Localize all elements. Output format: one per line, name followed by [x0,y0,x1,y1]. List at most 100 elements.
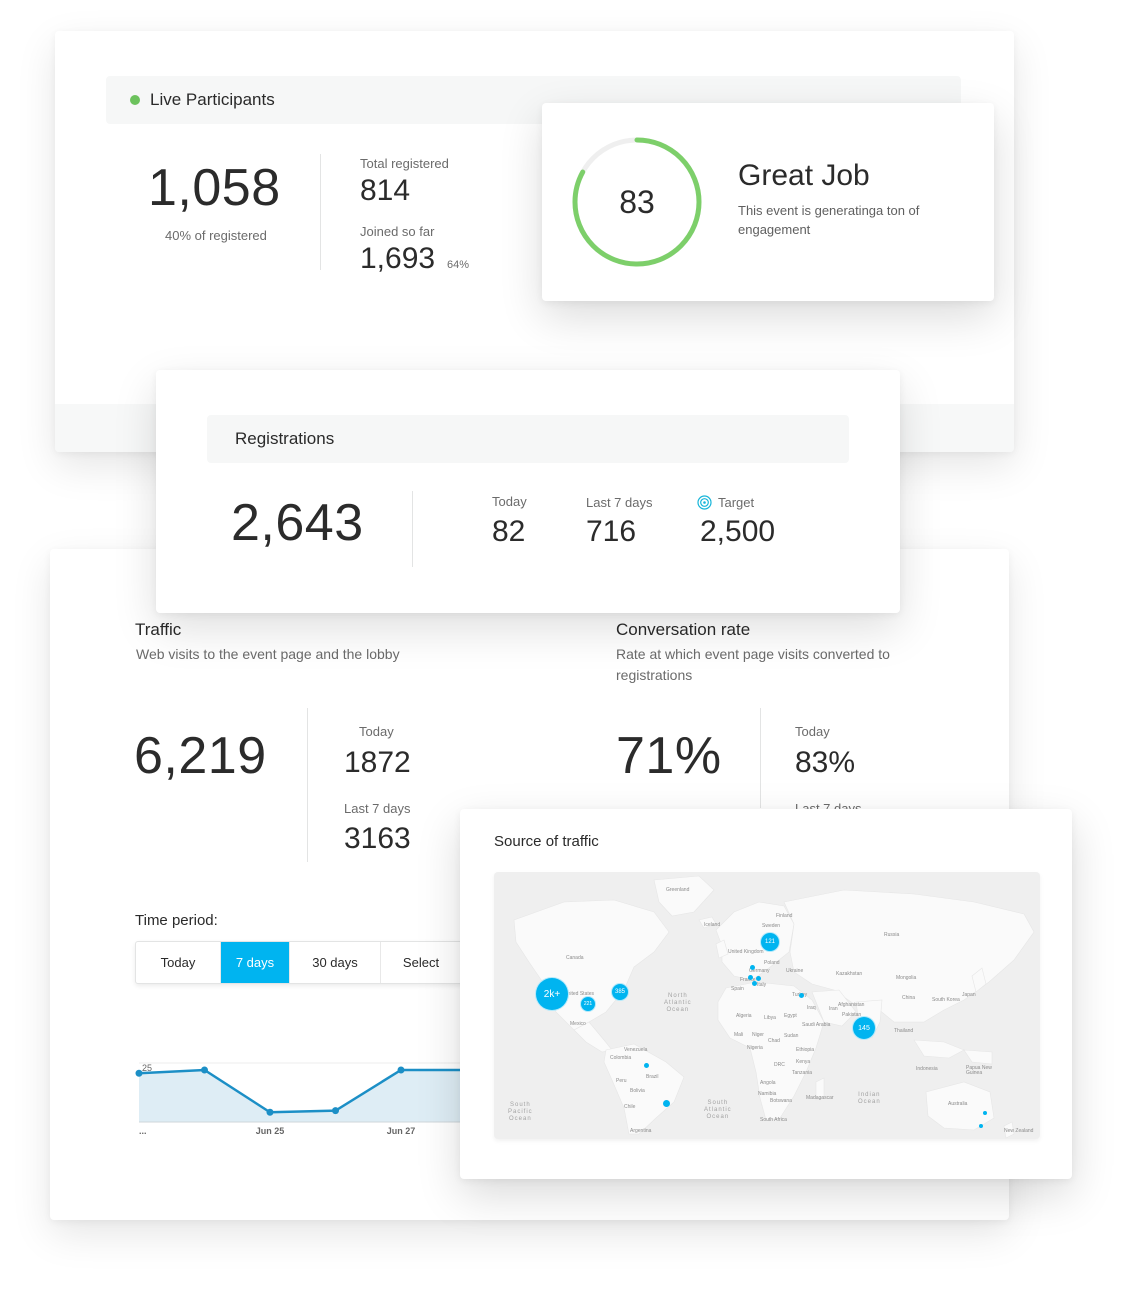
registrations-target-value: 2,500 [700,515,776,548]
map-label-algeria: Algeria [736,1013,752,1019]
time-period-tab-select[interactable]: Select [381,942,461,983]
map-label-tanzania: Tanzania [792,1070,813,1076]
map-label-venezuela: Venezuela [624,1047,648,1053]
map-label-new-zealand: New Zealand [1004,1128,1034,1134]
traffic-week-value: 3163 [344,822,411,855]
map-cluster-bubble[interactable]: 221 [580,996,596,1012]
map-traffic-dot[interactable] [748,975,753,980]
chart-point[interactable] [332,1107,339,1115]
conversion-today-label: Today [795,724,830,739]
traffic-title: Traffic [135,620,182,639]
registrations-week-label: Last 7 days [586,495,653,510]
map-cluster-bubble[interactable]: 121 [760,932,780,952]
conversion-rate: 71% [616,727,722,785]
map-label-south-korea: South Korea [932,997,960,1003]
map-label-bolivia: Bolivia [630,1088,645,1094]
world-map[interactable]: Greenland Iceland Finland Sweden Russia … [494,872,1040,1139]
map-label-mali: Mali [734,1032,744,1038]
score-description: This event is generatinga ton of engagem… [738,203,920,237]
divider [320,154,321,270]
registrations-target-label: Target [718,495,755,510]
joined-so-far-percent: 64% [447,259,470,271]
chart-x-tick-label: Jun 27 [387,1126,416,1136]
map-cluster-bubble[interactable]: 145 [852,1016,876,1040]
conversion-description: Rate at which event page visits converte… [616,646,890,683]
map-cluster-bubble[interactable]: 385 [611,983,629,1001]
map-label-iran: Iran [829,1006,838,1012]
total-registered-label: Total registered [360,156,449,171]
map-label-greenland: Greenland [666,887,690,893]
chart-point[interactable] [266,1108,274,1116]
world-map-land [513,875,1035,1139]
map-label-libya: Libya [764,1015,776,1021]
source-of-traffic-card: Source of traffic Greenland Iceland Finl… [460,809,1072,1179]
map-traffic-dot[interactable] [750,965,755,970]
registrations-today-label: Today [492,494,527,509]
map-label-peru: Peru [616,1078,627,1084]
target-icon [697,495,712,510]
map-traffic-dot[interactable] [644,1063,649,1068]
time-period-tab-today[interactable]: Today [136,942,221,983]
map-label-madagascar: Madagascar [806,1095,834,1101]
map-label-russia: Russia [884,932,900,938]
time-period-tab-30-days[interactable]: 30 days [290,942,381,983]
time-period-tab-7-days[interactable]: 7 days [221,942,290,983]
live-participants-subtext: 40% of registered [165,228,267,243]
map-label-argentina: Argentina [630,1128,652,1134]
joined-so-far-value: 1,693 [360,242,436,275]
map-label-mongolia: Mongolia [896,975,917,981]
traffic-week-label: Last 7 days [344,801,411,816]
map-ocean-north-atlantic: North Atlantic Ocean [664,993,692,1013]
map-cluster-bubble[interactable]: 2k+ [535,977,569,1011]
conversion-today-value: 83% [795,746,856,779]
divider [760,708,761,808]
map-label-angola: Angola [760,1080,776,1086]
map-label-iceland: Iceland [704,922,721,928]
chart-point[interactable] [397,1066,405,1074]
map-traffic-dot[interactable] [752,981,757,986]
map-label-iraq: Iraq [807,1005,816,1011]
joined-so-far-label: Joined so far [360,224,435,239]
map-label-indonesia: Indonesia [916,1066,938,1072]
registrations-total: 2,643 [231,494,364,552]
score-title: Great Job [738,159,870,192]
map-label-chad: Chad [768,1038,780,1044]
chart-x-tick-label: ... [139,1126,147,1136]
chart-point[interactable] [201,1066,208,1074]
map-label-botswana: Botswana [770,1098,792,1104]
map-label-kazakhstan: Kazakhstan [836,971,863,977]
map-label-chile: Chile [624,1104,636,1110]
map-label-sudan: Sudan [784,1033,799,1039]
registrations-card: Registrations 2,643 Today 82 Last 7 days… [156,370,900,613]
registrations-today-value: 82 [492,515,526,548]
map-traffic-dot[interactable] [983,1111,987,1115]
divider [307,708,308,862]
registrations-title: Registrations [235,429,335,448]
map-label-uk: United Kingdom [728,949,764,955]
map-traffic-dot[interactable] [799,993,804,998]
map-label-egypt: Egypt [784,1013,797,1019]
divider [412,491,413,567]
traffic-chart: 25... Jun 25 Jun 27 [135,1062,465,1136]
registrations-header: Registrations [207,415,849,463]
chart-area-fill [139,1070,465,1122]
map-traffic-dot[interactable] [979,1124,983,1128]
map-traffic-dot[interactable] [663,1100,670,1107]
time-period-tabs: Today 7 days 30 days Select [135,941,475,984]
map-label-niger: Niger [752,1032,764,1038]
map-label-drc: DRC [774,1062,785,1068]
map-traffic-dot[interactable] [756,976,761,981]
map-label-png: Papua New Guinea [966,1065,992,1076]
map-label-south-africa: South Africa [760,1117,787,1123]
source-of-traffic-title: Source of traffic [494,833,599,850]
map-label-spain: Spain [731,986,744,992]
map-ocean-south-atlantic: South Atlantic Ocean [704,1100,732,1120]
engagement-score-card: 83 Great Job This event is generatinga t… [542,103,994,301]
map-label-canada: Canada [566,955,584,961]
map-label-ukraine: Ukraine [786,968,804,974]
map-label-kenya: Kenya [796,1059,811,1065]
conversion-title: Conversation rate [616,620,751,639]
total-registered-value: 814 [360,174,411,207]
traffic-description: Web visits to the event page and the lob… [136,646,400,662]
live-participants-count: 1,058 [148,159,281,217]
